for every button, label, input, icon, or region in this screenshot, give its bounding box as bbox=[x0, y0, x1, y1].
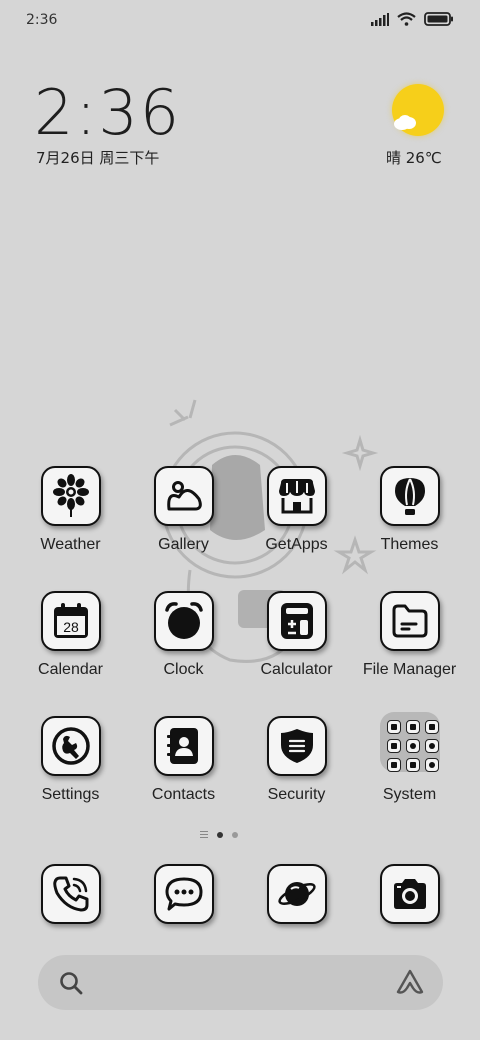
app-label: System bbox=[382, 786, 437, 803]
status-bar: 2:36 bbox=[0, 0, 480, 40]
weather-text[interactable]: 晴 26℃ bbox=[386, 147, 442, 168]
balloon-icon[interactable] bbox=[380, 466, 440, 526]
mini-app-icon bbox=[387, 739, 401, 753]
clock-icon[interactable] bbox=[154, 591, 214, 651]
app-label: Themes bbox=[380, 536, 439, 553]
folder-grid-icon[interactable] bbox=[380, 712, 440, 772]
search-bar[interactable] bbox=[38, 955, 443, 1010]
mini-app-icon bbox=[406, 720, 420, 734]
clock-widget-time[interactable]: 2:36 bbox=[34, 76, 181, 149]
battery-icon bbox=[424, 12, 453, 26]
app-calculator[interactable]: Calculator bbox=[240, 591, 353, 691]
mini-app-icon bbox=[387, 758, 401, 772]
page-dot-active bbox=[217, 831, 223, 838]
app-calendar[interactable]: 28 Calendar bbox=[14, 591, 127, 691]
dock-browser[interactable] bbox=[240, 864, 353, 928]
signal-icon bbox=[371, 12, 389, 26]
page-indicator[interactable] bbox=[200, 831, 238, 838]
dock-phone[interactable] bbox=[14, 864, 127, 928]
mini-app-icon bbox=[425, 758, 439, 772]
dock-camera[interactable] bbox=[353, 864, 466, 928]
app-system-folder[interactable]: System bbox=[353, 712, 466, 812]
weather-flower-icon[interactable] bbox=[41, 466, 101, 526]
clock-widget-date[interactable]: 7月26日 周三下午 bbox=[36, 147, 159, 168]
mini-app-icon bbox=[406, 739, 420, 753]
store-icon[interactable] bbox=[267, 466, 327, 526]
contacts-icon[interactable] bbox=[154, 716, 214, 776]
phone-icon[interactable] bbox=[41, 864, 101, 924]
feed-indicator-icon bbox=[200, 831, 208, 838]
mini-app-icon bbox=[425, 720, 439, 734]
search-icon[interactable] bbox=[58, 970, 84, 996]
app-contacts[interactable]: Contacts bbox=[127, 716, 240, 816]
app-security[interactable]: Security bbox=[240, 716, 353, 816]
dock-messaging[interactable] bbox=[127, 864, 240, 928]
status-icons bbox=[371, 12, 454, 26]
app-file-manager[interactable]: File Manager bbox=[353, 591, 466, 691]
mini-app-icon bbox=[387, 720, 401, 734]
gallery-icon[interactable] bbox=[154, 466, 214, 526]
app-themes[interactable]: Themes bbox=[353, 466, 466, 566]
settings-icon[interactable] bbox=[41, 716, 101, 776]
page-dot bbox=[232, 831, 238, 838]
mini-app-icon bbox=[406, 758, 420, 772]
app-gallery[interactable]: Gallery bbox=[127, 466, 240, 566]
folder-icon[interactable] bbox=[380, 591, 440, 651]
chat-icon[interactable] bbox=[154, 864, 214, 924]
app-label: File Manager bbox=[362, 661, 457, 678]
calendar-date-badge: 28 bbox=[63, 619, 79, 635]
wifi-icon bbox=[397, 12, 416, 26]
camera-icon[interactable] bbox=[380, 864, 440, 924]
calculator-icon[interactable] bbox=[267, 591, 327, 651]
app-settings[interactable]: Settings bbox=[14, 716, 127, 816]
app-clock[interactable]: Clock bbox=[127, 591, 240, 691]
mini-app-icon bbox=[425, 739, 439, 753]
planet-icon[interactable] bbox=[267, 864, 327, 924]
app-getapps[interactable]: GetApps bbox=[240, 466, 353, 566]
calendar-icon[interactable]: 28 bbox=[41, 591, 101, 651]
shield-icon[interactable] bbox=[267, 716, 327, 776]
status-time: 2:36 bbox=[26, 12, 58, 28]
app-weather[interactable]: Weather bbox=[14, 466, 127, 566]
assistant-icon[interactable] bbox=[395, 968, 425, 996]
cloud-icon bbox=[394, 115, 416, 130]
